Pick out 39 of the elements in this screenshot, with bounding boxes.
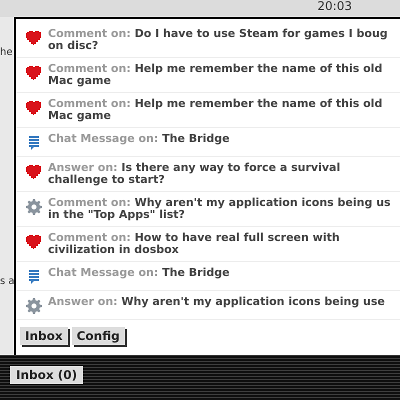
heart-icon bbox=[26, 30, 42, 45]
notification-text: Comment on: Do I have to use Steam for games I boug bbox=[48, 28, 388, 40]
page-text: he bbox=[0, 46, 12, 60]
heart-icon bbox=[26, 234, 42, 249]
notification-item[interactable]: Answer on: Why aren't my application icons being use bbox=[16, 291, 400, 320]
notification-item[interactable]: Comment on: Why aren't my application icons being us in the "Top Apps" list? bbox=[16, 192, 400, 227]
page-text: s a bbox=[0, 275, 15, 289]
gear-icon bbox=[26, 298, 42, 314]
notification-text: Mac game bbox=[48, 75, 111, 87]
chat-icon bbox=[26, 135, 42, 151]
notification-text: in the "Top Apps" list? bbox=[48, 209, 185, 221]
notification-item[interactable]: Comment on: Help me remember the name of this old Mac game bbox=[16, 58, 400, 93]
notification-item[interactable]: Comment on: Do I have to use Steam for games I boug on disc? bbox=[16, 23, 400, 58]
heart-icon bbox=[26, 164, 42, 179]
popup-button[interactable]: Inbox bbox=[20, 327, 68, 345]
notification-text: Chat Message on: The Bridge bbox=[48, 267, 230, 279]
heart-icon bbox=[26, 100, 42, 115]
chat-icon bbox=[26, 269, 42, 285]
notification-text: Comment on: Help me remember the name of this old bbox=[48, 63, 382, 75]
inbox-button[interactable]: Inbox (0) bbox=[10, 366, 84, 384]
notification-text: Answer on: Why aren't my application icons being use bbox=[48, 296, 385, 308]
notification-text: Comment on: Help me remember the name of this old bbox=[48, 98, 382, 110]
gear-icon bbox=[26, 199, 42, 215]
notification-text: Chat Message on: The Bridge bbox=[48, 133, 230, 145]
notification-text: civilization in dosbox bbox=[48, 244, 179, 256]
notification-item[interactable]: Chat Message on: The Bridge bbox=[16, 128, 400, 157]
popup-button[interactable]: Config bbox=[72, 327, 125, 345]
notification-item[interactable]: Comment on: How to have real full screen with civilization in dosbox bbox=[16, 227, 400, 262]
notification-text: Comment on: Why aren't my application icons being us bbox=[48, 197, 391, 209]
notification-text: Answer on: Is there any way to force a survival bbox=[48, 162, 340, 174]
notification-text: challenge to start? bbox=[48, 174, 165, 186]
clock: 20:03 bbox=[317, 0, 352, 15]
notification-item[interactable]: Chat Message on: The Bridge bbox=[16, 262, 400, 291]
notification-item[interactable]: Answer on: Is there any way to force a survival challenge to start? bbox=[16, 157, 400, 192]
notification-text: on disc? bbox=[48, 40, 98, 52]
notification-item[interactable]: Comment on: Help me remember the name of this old Mac game bbox=[16, 93, 400, 128]
notification-text: Comment on: How to have real full screen with bbox=[48, 232, 340, 244]
heart-icon bbox=[26, 65, 42, 80]
notification-text: Mac game bbox=[48, 110, 111, 122]
